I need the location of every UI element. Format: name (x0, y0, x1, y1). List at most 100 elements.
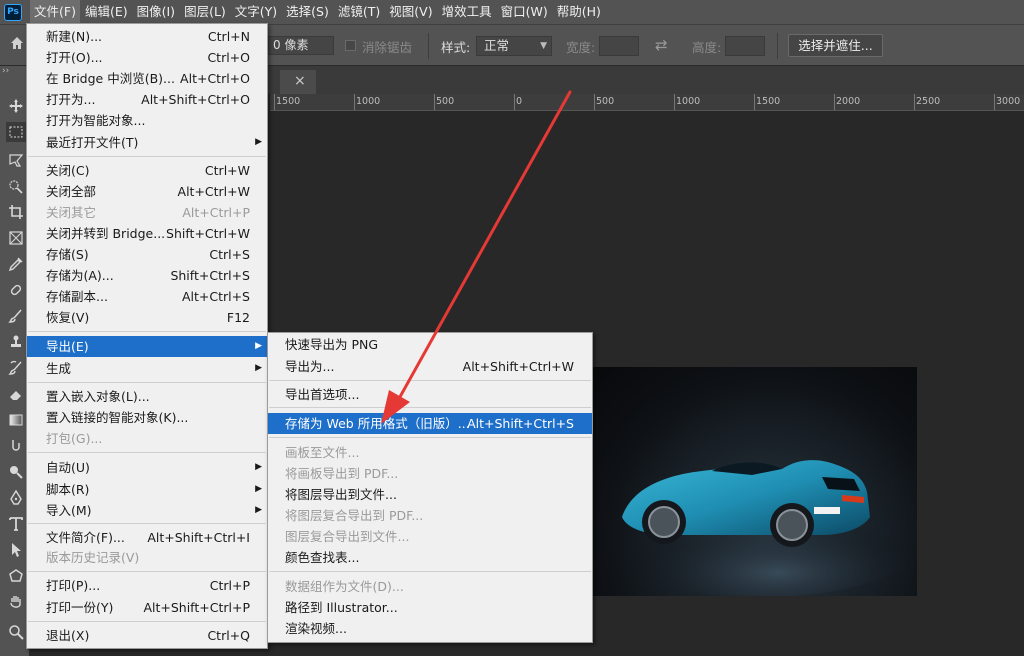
ruler-tick (514, 94, 515, 110)
type-tool-icon[interactable] (6, 514, 26, 534)
ruler-tick (434, 94, 435, 110)
menu-item-export-preferences[interactable]: 导出首选项... (268, 384, 592, 405)
select-and-mask-button[interactable]: 选择并遮住... (788, 34, 883, 57)
menu-item-layers-to-files[interactable]: 将图层导出到文件... (268, 484, 592, 505)
menu-item-automate[interactable]: 自动(U) ▶ (27, 457, 267, 478)
menu-item-export-as[interactable]: 导出为... Alt+Shift+Ctrl+W (268, 356, 592, 377)
marquee-tool-icon[interactable] (6, 122, 26, 142)
menu-item-import[interactable]: 导入(M) ▶ (27, 500, 267, 521)
menu-item-generate[interactable]: 生成 ▶ (27, 358, 267, 379)
path-selection-tool-icon[interactable] (6, 540, 26, 560)
feather-input[interactable]: 0 像素 (268, 36, 334, 55)
ruler-label: 1000 (356, 96, 381, 107)
dodge-tool-icon[interactable] (6, 462, 26, 482)
width-input[interactable] (599, 36, 639, 56)
menu-view[interactable]: 视图(V) (385, 0, 436, 24)
menu-item-package: 打包(G)... (27, 428, 267, 449)
menu-item-scripts[interactable]: 脚本(R) ▶ (27, 479, 267, 500)
menu-help[interactable]: 帮助(H) (553, 0, 605, 24)
menu-filter[interactable]: 滤镜(T) (334, 0, 384, 24)
menu-item-save-for-web[interactable]: 存储为 Web 所用格式（旧版）... Alt+Shift+Ctrl+S (268, 413, 592, 434)
menu-item-shortcut: Alt+Shift+Ctrl+S (467, 416, 574, 431)
menu-item-render-video[interactable]: 渲染视频... (268, 618, 592, 639)
menu-item-save-as[interactable]: 存储为(A)... Shift+Ctrl+S (27, 265, 267, 286)
menu-type[interactable]: 文字(Y) (231, 0, 281, 24)
menu-item-new[interactable]: 新建(N)... Ctrl+N (27, 26, 267, 47)
ruler-tick (834, 94, 835, 110)
collapse-toolbar-icon[interactable]: ›› (2, 66, 9, 76)
menu-item-paths-to-illustrator[interactable]: 路径到 Illustrator... (268, 597, 592, 618)
menu-item-place-linked[interactable]: 置入链接的智能对象(K)... (27, 407, 267, 428)
menu-item-open-recent[interactable]: 最近打开文件(T) ▶ (27, 132, 267, 153)
menu-item-label: 恢复(V) (46, 310, 90, 325)
menu-item-close-all[interactable]: 关闭全部 Alt+Ctrl+W (27, 181, 267, 202)
menu-image[interactable]: 图像(I) (133, 0, 179, 24)
quick-selection-tool-icon[interactable] (6, 176, 26, 196)
menu-item-label: 导出(E) (46, 339, 89, 354)
brush-tool-icon[interactable] (6, 306, 26, 326)
menu-item-close-and-go-to-bridge[interactable]: 关闭并转到 Bridge... Shift+Ctrl+W (27, 223, 267, 244)
menu-item-shortcut: Alt+Shift+Ctrl+P (143, 600, 250, 615)
menu-item-print-one-copy[interactable]: 打印一份(Y) Alt+Shift+Ctrl+P (27, 597, 267, 618)
close-icon[interactable]: × (294, 73, 306, 89)
hand-tool-icon[interactable] (6, 592, 26, 612)
pen-tool-icon[interactable] (6, 488, 26, 508)
style-select[interactable]: 正常 ▼ (476, 36, 552, 56)
menu-item-artboards-to-files: 画板至文件... (268, 442, 592, 463)
menu-item-save[interactable]: 存储(S) Ctrl+S (27, 244, 267, 265)
menu-item-label: 导出首选项... (285, 387, 360, 402)
frame-tool-icon[interactable] (6, 228, 26, 248)
menu-item-label: 生成 (46, 361, 72, 376)
menu-edit[interactable]: 编辑(E) (81, 0, 132, 24)
healing-brush-tool-icon[interactable] (6, 280, 26, 300)
history-brush-tool-icon[interactable] (6, 358, 26, 378)
ruler-label: 500 (436, 96, 455, 107)
swap-dimensions-icon[interactable]: ⇄ (655, 36, 668, 54)
eyedropper-tool-icon[interactable] (6, 254, 26, 274)
crop-tool-icon[interactable] (6, 202, 26, 222)
shape-tool-icon[interactable] (6, 566, 26, 586)
menu-item-label: 最近打开文件(T) (46, 135, 139, 150)
menu-item-place-embedded[interactable]: 置入嵌入对象(L)... (27, 386, 267, 407)
document-tab[interactable]: × (280, 70, 316, 94)
menu-select[interactable]: 选择(S) (282, 0, 333, 24)
home-icon[interactable] (8, 35, 26, 53)
menu-item-label: 文件简介(F)... (46, 530, 125, 545)
move-tool-icon[interactable] (6, 96, 26, 116)
zoom-tool-icon[interactable] (6, 622, 26, 642)
menu-item-open[interactable]: 打开(O)... Ctrl+O (27, 47, 267, 68)
clone-stamp-tool-icon[interactable] (6, 332, 26, 352)
menu-item-shortcut: Shift+Ctrl+S (170, 268, 250, 283)
menu-item-label: 打印一份(Y) (46, 600, 114, 615)
menu-item-export[interactable]: 导出(E) ▶ (27, 336, 267, 357)
gradient-tool-icon[interactable] (6, 410, 26, 430)
eraser-tool-icon[interactable] (6, 384, 26, 404)
menu-item-revert[interactable]: 恢复(V) F12 (27, 307, 267, 328)
menu-item-open-as-smart-object[interactable]: 打开为智能对象... (27, 110, 267, 131)
height-input[interactable] (725, 36, 765, 56)
menu-item-save-copy[interactable]: 存储副本... Alt+Ctrl+S (27, 286, 267, 307)
menu-window[interactable]: 窗口(W) (497, 0, 552, 24)
menu-item-label: 打开为智能对象... (46, 113, 146, 128)
document-image[interactable] (592, 367, 917, 596)
menu-item-print[interactable]: 打印(P)... Ctrl+P (27, 575, 267, 596)
menu-item-shortcut: Ctrl+S (209, 247, 250, 262)
menu-item-close[interactable]: 关闭(C) Ctrl+W (27, 160, 267, 181)
menu-plugins[interactable]: 增效工具 (438, 0, 496, 24)
menu-item-label: 路径到 Illustrator... (285, 600, 398, 615)
menu-item-color-lookup-tables[interactable]: 颜色查找表... (268, 547, 592, 568)
menu-item-file-info[interactable]: 文件简介(F)... Alt+Shift+Ctrl+I (27, 527, 267, 548)
menu-item-label: 在 Bridge 中浏览(B)... (46, 71, 175, 86)
smudge-tool-icon[interactable] (6, 436, 26, 456)
menu-item-quick-export-png[interactable]: 快速导出为 PNG (268, 334, 592, 355)
menu-file[interactable]: 文件(F) (30, 0, 80, 24)
menu-layer[interactable]: 图层(L) (180, 0, 230, 24)
antialias-checkbox[interactable] (345, 40, 356, 51)
menu-item-exit[interactable]: 退出(X) Ctrl+Q (27, 625, 267, 646)
menu-item-layer-comps-to-pdf: 将图层复合导出到 PDF... (268, 505, 592, 526)
menu-item-open-as[interactable]: 打开为... Alt+Shift+Ctrl+O (27, 89, 267, 110)
menu-item-browse-in-bridge[interactable]: 在 Bridge 中浏览(B)... Alt+Ctrl+O (27, 68, 267, 89)
lasso-tool-icon[interactable] (6, 150, 26, 170)
ruler-tick (914, 94, 915, 110)
menu-item-label: 画板至文件... (285, 445, 360, 460)
